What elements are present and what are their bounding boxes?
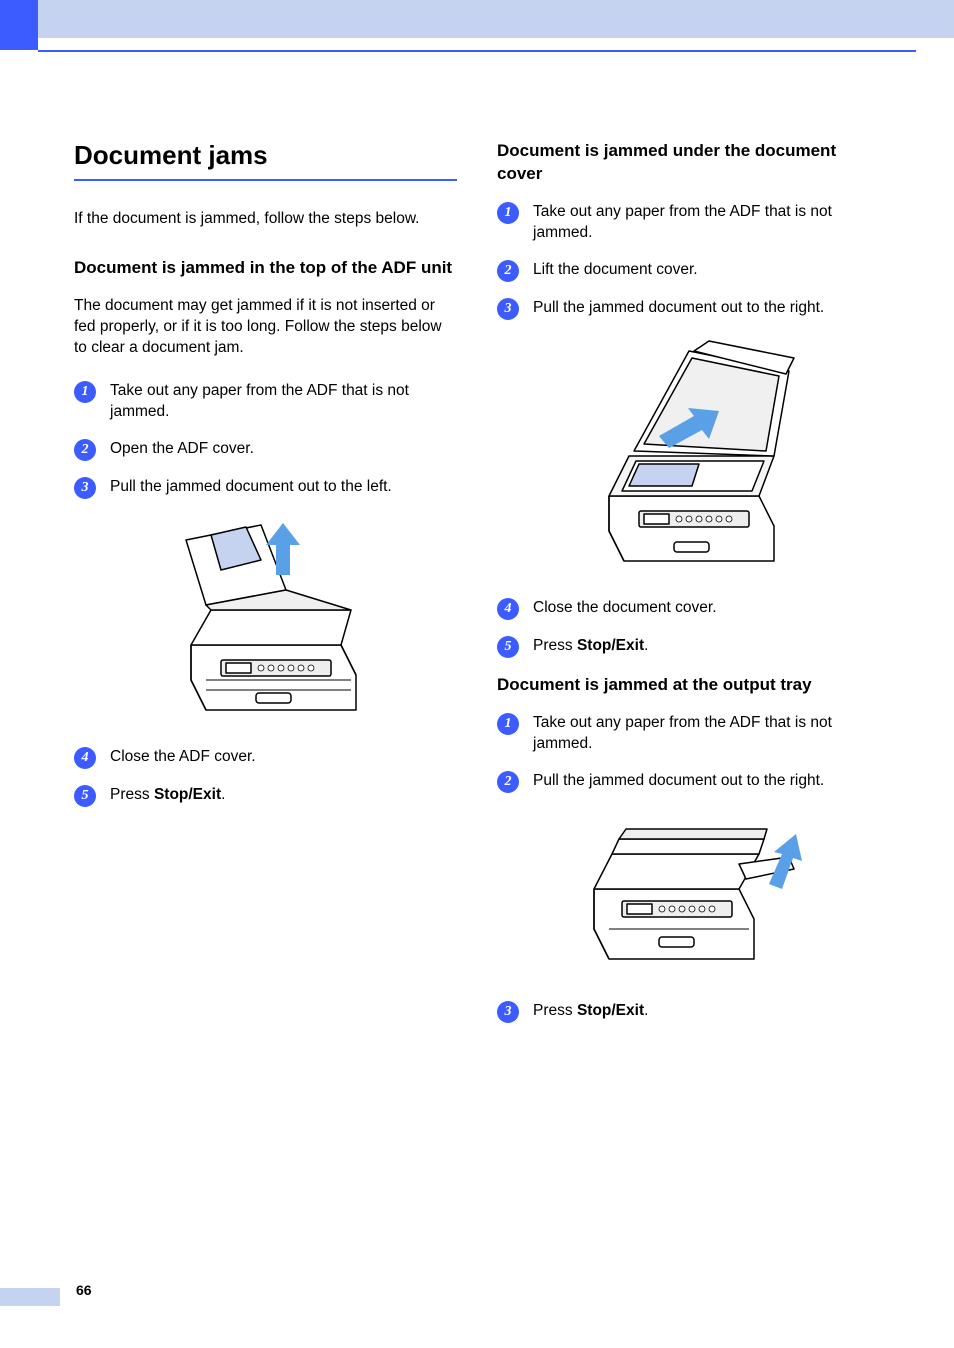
step-bullet-2: 2 [497, 260, 519, 282]
step-bullet-3: 3 [497, 298, 519, 320]
section1-step3: 3 Pull the jammed document out to the le… [74, 477, 457, 499]
step3-suffix: . [644, 1002, 648, 1019]
section2-step1: 1 Take out any paper from the ADF that i… [497, 202, 880, 244]
title-underline [74, 179, 457, 181]
section1-step4: 4 Close the ADF cover. [74, 747, 457, 769]
section1-step5: 5 Press Stop/Exit. [74, 785, 457, 807]
page-tab-marker [0, 0, 38, 50]
step-bullet-4: 4 [497, 598, 519, 620]
step5-suffix: . [221, 786, 225, 803]
step-text: Close the ADF cover. [110, 747, 457, 768]
left-column: Document jams If the document is jammed,… [74, 140, 457, 1039]
step-bullet-3: 3 [74, 477, 96, 499]
section1-step2: 2 Open the ADF cover. [74, 439, 457, 461]
step-text: Press Stop/Exit. [533, 636, 880, 657]
step-text: Close the document cover. [533, 598, 880, 619]
section3-step1: 1 Take out any paper from the ADF that i… [497, 713, 880, 755]
header-divider [38, 50, 916, 52]
step-bullet-1: 1 [74, 381, 96, 403]
section3-step2: 2 Pull the jammed document out to the ri… [497, 771, 880, 793]
step-bullet-4: 4 [74, 747, 96, 769]
section3-step3: 3 Press Stop/Exit. [497, 1001, 880, 1023]
step-text: Take out any paper from the ADF that is … [110, 381, 457, 423]
step-bullet-3: 3 [497, 1001, 519, 1023]
step-text: Pull the jammed document out to the righ… [533, 298, 880, 319]
header-strip [38, 0, 954, 38]
step5-prefix: Press [533, 637, 577, 654]
step-bullet-5: 5 [497, 636, 519, 658]
step-text: Take out any paper from the ADF that is … [533, 202, 880, 244]
section2-heading: Document is jammed under the document co… [497, 140, 880, 186]
step5-bold: Stop/Exit [577, 637, 644, 654]
step-text: Lift the document cover. [533, 260, 880, 281]
step-bullet-5: 5 [74, 785, 96, 807]
step-bullet-2: 2 [74, 439, 96, 461]
step-text: Pull the jammed document out to the left… [110, 477, 457, 498]
section1-step1: 1 Take out any paper from the ADF that i… [74, 381, 457, 423]
section2-step2: 2 Lift the document cover. [497, 260, 880, 282]
footer-strip [0, 1288, 60, 1306]
right-column: Document is jammed under the document co… [497, 140, 880, 1039]
section1-intro: The document may get jammed if it is not… [74, 296, 457, 359]
step-text: Take out any paper from the ADF that is … [533, 713, 880, 755]
figure-cover-open [497, 336, 880, 576]
step-text: Open the ADF cover. [110, 439, 457, 460]
step3-bold: Stop/Exit [577, 1002, 644, 1019]
step5-suffix: . [644, 637, 648, 654]
step3-prefix: Press [533, 1002, 577, 1019]
section2-step5: 5 Press Stop/Exit. [497, 636, 880, 658]
section2-step3: 3 Pull the jammed document out to the ri… [497, 298, 880, 320]
section3-heading: Document is jammed at the output tray [497, 674, 880, 697]
figure-output-tray [497, 809, 880, 979]
step-text: Press Stop/Exit. [533, 1001, 880, 1022]
step-bullet-1: 1 [497, 713, 519, 735]
step-text: Press Stop/Exit. [110, 785, 457, 806]
page-number: 66 [76, 1282, 92, 1298]
step5-bold: Stop/Exit [154, 786, 221, 803]
step5-prefix: Press [110, 786, 154, 803]
intro-text: If the document is jammed, follow the st… [74, 209, 457, 230]
step-bullet-1: 1 [497, 202, 519, 224]
step-text: Pull the jammed document out to the righ… [533, 771, 880, 792]
figure-adf-open [74, 515, 457, 725]
page-content: Document jams If the document is jammed,… [74, 140, 880, 1039]
section1-heading: Document is jammed in the top of the ADF… [74, 257, 457, 280]
step-bullet-2: 2 [497, 771, 519, 793]
page-title: Document jams [74, 140, 457, 171]
section2-step4: 4 Close the document cover. [497, 598, 880, 620]
